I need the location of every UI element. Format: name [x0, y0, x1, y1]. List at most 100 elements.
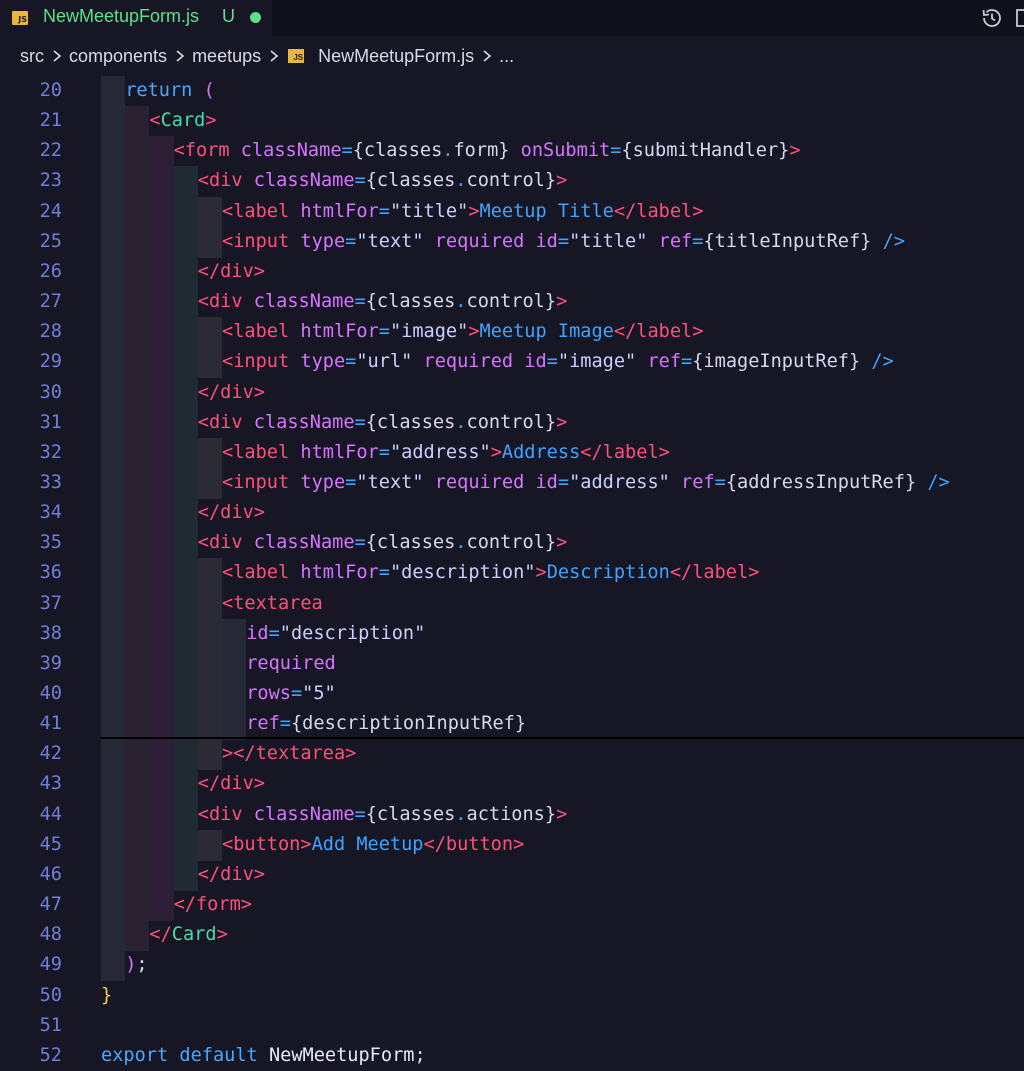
indent-guide [125, 920, 150, 952]
code-token: ) [125, 954, 137, 976]
indent-guide [125, 558, 150, 590]
code-line[interactable]: 29 <input type="url" required id="image" … [0, 347, 1024, 379]
code-token: htmlFor [300, 562, 379, 584]
code-token: = [354, 411, 366, 433]
code-token: "title" [569, 230, 659, 252]
split-editor-icon[interactable] [1014, 6, 1024, 30]
code-line[interactable]: 33 <input type="text" required id="addres… [0, 467, 1024, 499]
code-line[interactable]: 41 ref={descriptionInputRef} [0, 709, 1024, 741]
code-line[interactable]: 31 <div className={classes.control}> [0, 407, 1024, 439]
code-token: = [345, 351, 357, 373]
history-icon[interactable] [980, 6, 1004, 30]
code-token: < [149, 110, 161, 132]
code-token: {submitHandler} [621, 140, 790, 162]
code-line[interactable]: 38 id="description" [0, 618, 1024, 650]
indent-guide [125, 739, 150, 771]
code-line[interactable]: 34 </div> [0, 498, 1024, 530]
code-token: Address [501, 441, 581, 463]
code-line[interactable]: 35 <div className={classes.control}> [0, 528, 1024, 560]
indent-guide [149, 799, 174, 831]
code-token: htmlFor [300, 200, 379, 222]
indent-guide [173, 739, 198, 771]
indent-guide [173, 347, 198, 379]
code-text: <div className={classes.control}> [198, 528, 567, 558]
code-token: = [268, 622, 280, 644]
code-token: "text" [356, 230, 435, 252]
code-text: </div> [198, 769, 265, 799]
breadcrumb-file[interactable]: NewMeetupForm.js [318, 46, 474, 67]
code-line[interactable]: 50} [0, 981, 1024, 1011]
code-token: > [556, 803, 568, 825]
code-token: <label [222, 562, 301, 584]
code-line[interactable]: 39 required [0, 648, 1024, 680]
code-line[interactable]: 40 rows="5" [0, 679, 1024, 710]
code-line[interactable]: 42 ></textarea> [0, 739, 1024, 771]
code-line[interactable]: 49); [0, 950, 1024, 982]
code-token: className [253, 803, 355, 825]
code-line[interactable]: 47 </form> [0, 890, 1024, 922]
chevron-right-icon [53, 50, 62, 62]
code-token: form} [453, 140, 521, 162]
breadcrumb-src[interactable]: src [20, 46, 44, 67]
code-line[interactable]: 48 </Card> [0, 920, 1024, 952]
code-token: export [101, 1044, 180, 1066]
code-token: > [205, 110, 217, 132]
code-line[interactable]: 24 <label htmlFor="title">Meetup Title</l… [0, 196, 1024, 228]
indent-guide [222, 679, 247, 710]
code-line[interactable]: 52 export default NewMeetupForm; [0, 1041, 1024, 1071]
code-line[interactable]: 21 <Card> [0, 106, 1024, 138]
line-number: 20 [39, 80, 62, 101]
code-line[interactable]: 25 <input type="text" required id="title"… [0, 226, 1024, 258]
code-line[interactable]: 46 </div> [0, 859, 1024, 891]
code-token: <input [222, 351, 301, 373]
indent-guide [125, 106, 150, 138]
breadcrumb-meetups[interactable]: meetups [192, 46, 261, 67]
breadcrumb: src components meetups JS NewMeetupForm.… [0, 36, 1024, 76]
breadcrumb-components[interactable]: components [69, 46, 167, 67]
git-status-untracked: U [222, 6, 235, 26]
indent-guide [173, 799, 198, 831]
line-number: 49 [39, 954, 62, 976]
code-token: <input [222, 471, 301, 493]
code-line[interactable]: 37 <textarea [0, 588, 1024, 620]
code-line[interactable]: 51 [0, 1011, 1024, 1041]
indent-guide [101, 498, 126, 530]
code-token: "image" [389, 321, 469, 343]
code-token: > [468, 200, 480, 222]
code-line[interactable]: 27 <div className={classes.control}> [0, 287, 1024, 319]
code-line[interactable]: 22 <form className={classes.form} onSubmi… [0, 136, 1024, 168]
code-line[interactable]: 36 <label htmlFor="description">Descripti… [0, 558, 1024, 590]
breadcrumb-symbol[interactable]: ... [499, 46, 514, 67]
line-number: 44 [39, 803, 62, 825]
code-editor[interactable]: 20 return (21 <Card> 22 <form className={cla… [0, 76, 1024, 1071]
indent-guide [173, 588, 198, 620]
code-token: <label [222, 321, 301, 343]
code-text: </div> [198, 498, 265, 528]
code-token: actions} [466, 803, 557, 825]
code-line[interactable]: 30 </div> [0, 377, 1024, 409]
indent-guide [149, 618, 174, 650]
code-line[interactable]: 32 <label htmlFor="address">Address</labe… [0, 437, 1024, 469]
code-line[interactable]: 45 <button>Add Meetup</button> [0, 829, 1024, 861]
code-text: ></textarea> [222, 739, 356, 769]
tab-newmeetupform[interactable]: JS NewMeetupForm.js U [0, 0, 272, 36]
indent-guide [197, 648, 222, 680]
code-line[interactable]: 26 </div> [0, 256, 1024, 288]
code-text: <div className={classes.control}> [198, 287, 567, 317]
code-token: "image" [557, 351, 648, 373]
code-token: /> [882, 230, 905, 252]
code-line[interactable]: 43 </div> [0, 769, 1024, 801]
code-line[interactable]: 28 <label htmlFor="image">Meetup Image</l… [0, 317, 1024, 349]
code-line[interactable]: 23 <div className={classes.control}> [0, 166, 1024, 198]
code-text: <input type="text" required id="address"… [222, 468, 950, 498]
code-token: <div [197, 803, 254, 825]
line-number: 26 [39, 260, 62, 282]
code-token: control} [466, 170, 557, 192]
indent-guide [197, 226, 222, 258]
unsaved-dot-icon[interactable] [250, 12, 261, 23]
code-token: = [378, 200, 390, 222]
code-line[interactable]: 44 <div className={classes.actions}> [0, 799, 1024, 831]
tab-bar: JS NewMeetupForm.js U [0, 0, 1024, 36]
code-line[interactable]: 20 return ( [0, 76, 1024, 107]
indent-guide [197, 317, 222, 349]
